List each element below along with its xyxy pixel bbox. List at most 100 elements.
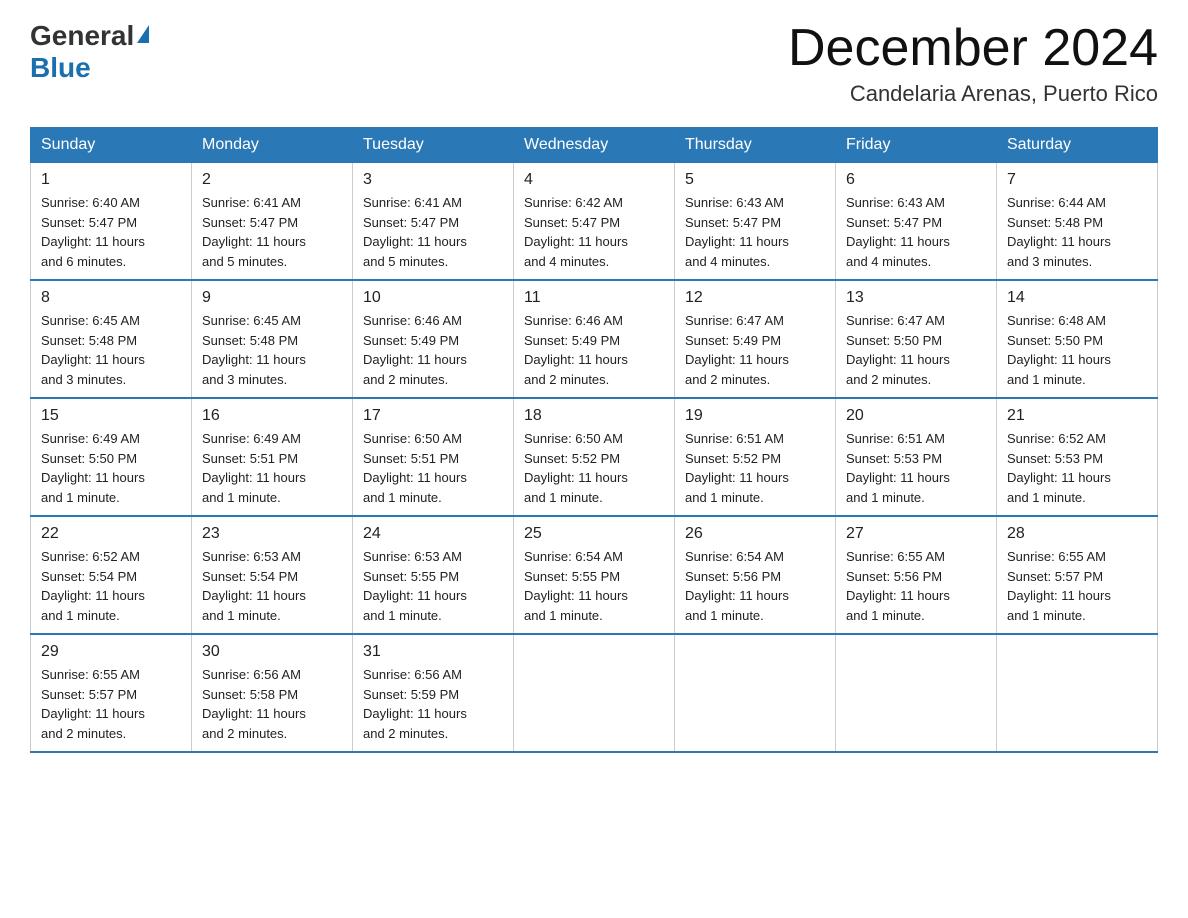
day-number: 23 [202, 525, 342, 543]
day-number: 26 [685, 525, 825, 543]
calendar-cell [997, 634, 1158, 752]
calendar-table: Sunday Monday Tuesday Wednesday Thursday… [30, 127, 1158, 753]
day-number: 20 [846, 407, 986, 425]
day-number: 19 [685, 407, 825, 425]
calendar-cell: 31 Sunrise: 6:56 AM Sunset: 5:59 PM Dayl… [353, 634, 514, 752]
day-info: Sunrise: 6:52 AM Sunset: 5:54 PM Dayligh… [41, 547, 181, 625]
day-info: Sunrise: 6:44 AM Sunset: 5:48 PM Dayligh… [1007, 193, 1147, 271]
day-info: Sunrise: 6:41 AM Sunset: 5:47 PM Dayligh… [363, 193, 503, 271]
day-info: Sunrise: 6:49 AM Sunset: 5:51 PM Dayligh… [202, 429, 342, 507]
day-info: Sunrise: 6:45 AM Sunset: 5:48 PM Dayligh… [41, 311, 181, 389]
calendar-cell: 9 Sunrise: 6:45 AM Sunset: 5:48 PM Dayli… [192, 280, 353, 398]
header-thursday: Thursday [675, 128, 836, 163]
calendar-cell: 15 Sunrise: 6:49 AM Sunset: 5:50 PM Dayl… [31, 398, 192, 516]
calendar-cell: 6 Sunrise: 6:43 AM Sunset: 5:47 PM Dayli… [836, 163, 997, 281]
header-tuesday: Tuesday [353, 128, 514, 163]
day-number: 15 [41, 407, 181, 425]
header-sunday: Sunday [31, 128, 192, 163]
day-info: Sunrise: 6:55 AM Sunset: 5:56 PM Dayligh… [846, 547, 986, 625]
day-number: 16 [202, 407, 342, 425]
day-info: Sunrise: 6:55 AM Sunset: 5:57 PM Dayligh… [41, 665, 181, 743]
day-number: 4 [524, 171, 664, 189]
day-number: 10 [363, 289, 503, 307]
day-number: 24 [363, 525, 503, 543]
day-number: 5 [685, 171, 825, 189]
day-number: 31 [363, 643, 503, 661]
day-number: 21 [1007, 407, 1147, 425]
day-number: 18 [524, 407, 664, 425]
calendar-cell: 26 Sunrise: 6:54 AM Sunset: 5:56 PM Dayl… [675, 516, 836, 634]
day-info: Sunrise: 6:50 AM Sunset: 5:52 PM Dayligh… [524, 429, 664, 507]
calendar-cell: 24 Sunrise: 6:53 AM Sunset: 5:55 PM Dayl… [353, 516, 514, 634]
day-info: Sunrise: 6:49 AM Sunset: 5:50 PM Dayligh… [41, 429, 181, 507]
calendar-cell: 13 Sunrise: 6:47 AM Sunset: 5:50 PM Dayl… [836, 280, 997, 398]
day-number: 8 [41, 289, 181, 307]
calendar-cell: 20 Sunrise: 6:51 AM Sunset: 5:53 PM Dayl… [836, 398, 997, 516]
day-info: Sunrise: 6:50 AM Sunset: 5:51 PM Dayligh… [363, 429, 503, 507]
title-block: December 2024 Candelaria Arenas, Puerto … [788, 20, 1158, 107]
calendar-cell: 10 Sunrise: 6:46 AM Sunset: 5:49 PM Dayl… [353, 280, 514, 398]
day-number: 3 [363, 171, 503, 189]
day-number: 25 [524, 525, 664, 543]
calendar-cell: 22 Sunrise: 6:52 AM Sunset: 5:54 PM Dayl… [31, 516, 192, 634]
day-info: Sunrise: 6:53 AM Sunset: 5:54 PM Dayligh… [202, 547, 342, 625]
calendar-cell: 17 Sunrise: 6:50 AM Sunset: 5:51 PM Dayl… [353, 398, 514, 516]
calendar-cell: 8 Sunrise: 6:45 AM Sunset: 5:48 PM Dayli… [31, 280, 192, 398]
calendar-cell: 25 Sunrise: 6:54 AM Sunset: 5:55 PM Dayl… [514, 516, 675, 634]
day-info: Sunrise: 6:47 AM Sunset: 5:50 PM Dayligh… [846, 311, 986, 389]
logo-arrow-icon [137, 25, 149, 43]
week-row-1: 1 Sunrise: 6:40 AM Sunset: 5:47 PM Dayli… [31, 163, 1158, 281]
day-info: Sunrise: 6:43 AM Sunset: 5:47 PM Dayligh… [685, 193, 825, 271]
day-info: Sunrise: 6:51 AM Sunset: 5:53 PM Dayligh… [846, 429, 986, 507]
calendar-cell: 27 Sunrise: 6:55 AM Sunset: 5:56 PM Dayl… [836, 516, 997, 634]
day-info: Sunrise: 6:56 AM Sunset: 5:58 PM Dayligh… [202, 665, 342, 743]
day-number: 7 [1007, 171, 1147, 189]
calendar-cell: 30 Sunrise: 6:56 AM Sunset: 5:58 PM Dayl… [192, 634, 353, 752]
calendar-cell [836, 634, 997, 752]
weekday-header-row: Sunday Monday Tuesday Wednesday Thursday… [31, 128, 1158, 163]
day-number: 13 [846, 289, 986, 307]
logo: General Blue [30, 20, 149, 84]
day-number: 9 [202, 289, 342, 307]
day-info: Sunrise: 6:40 AM Sunset: 5:47 PM Dayligh… [41, 193, 181, 271]
location-title: Candelaria Arenas, Puerto Rico [788, 81, 1158, 107]
calendar-cell: 23 Sunrise: 6:53 AM Sunset: 5:54 PM Dayl… [192, 516, 353, 634]
day-info: Sunrise: 6:46 AM Sunset: 5:49 PM Dayligh… [363, 311, 503, 389]
day-info: Sunrise: 6:47 AM Sunset: 5:49 PM Dayligh… [685, 311, 825, 389]
day-info: Sunrise: 6:51 AM Sunset: 5:52 PM Dayligh… [685, 429, 825, 507]
week-row-4: 22 Sunrise: 6:52 AM Sunset: 5:54 PM Dayl… [31, 516, 1158, 634]
day-info: Sunrise: 6:42 AM Sunset: 5:47 PM Dayligh… [524, 193, 664, 271]
header-wednesday: Wednesday [514, 128, 675, 163]
calendar-cell: 4 Sunrise: 6:42 AM Sunset: 5:47 PM Dayli… [514, 163, 675, 281]
day-number: 22 [41, 525, 181, 543]
calendar-cell: 11 Sunrise: 6:46 AM Sunset: 5:49 PM Dayl… [514, 280, 675, 398]
day-number: 11 [524, 289, 664, 307]
calendar-cell: 21 Sunrise: 6:52 AM Sunset: 5:53 PM Dayl… [997, 398, 1158, 516]
day-number: 27 [846, 525, 986, 543]
week-row-3: 15 Sunrise: 6:49 AM Sunset: 5:50 PM Dayl… [31, 398, 1158, 516]
calendar-cell: 5 Sunrise: 6:43 AM Sunset: 5:47 PM Dayli… [675, 163, 836, 281]
calendar-cell [675, 634, 836, 752]
week-row-5: 29 Sunrise: 6:55 AM Sunset: 5:57 PM Dayl… [31, 634, 1158, 752]
header-friday: Friday [836, 128, 997, 163]
calendar-cell: 7 Sunrise: 6:44 AM Sunset: 5:48 PM Dayli… [997, 163, 1158, 281]
day-info: Sunrise: 6:41 AM Sunset: 5:47 PM Dayligh… [202, 193, 342, 271]
calendar-cell: 3 Sunrise: 6:41 AM Sunset: 5:47 PM Dayli… [353, 163, 514, 281]
day-number: 28 [1007, 525, 1147, 543]
logo-general-text: General [30, 20, 134, 52]
calendar-cell: 2 Sunrise: 6:41 AM Sunset: 5:47 PM Dayli… [192, 163, 353, 281]
day-number: 29 [41, 643, 181, 661]
day-number: 1 [41, 171, 181, 189]
day-number: 12 [685, 289, 825, 307]
day-info: Sunrise: 6:46 AM Sunset: 5:49 PM Dayligh… [524, 311, 664, 389]
calendar-cell: 16 Sunrise: 6:49 AM Sunset: 5:51 PM Dayl… [192, 398, 353, 516]
day-number: 2 [202, 171, 342, 189]
day-number: 14 [1007, 289, 1147, 307]
day-info: Sunrise: 6:45 AM Sunset: 5:48 PM Dayligh… [202, 311, 342, 389]
day-info: Sunrise: 6:52 AM Sunset: 5:53 PM Dayligh… [1007, 429, 1147, 507]
day-info: Sunrise: 6:54 AM Sunset: 5:55 PM Dayligh… [524, 547, 664, 625]
day-info: Sunrise: 6:53 AM Sunset: 5:55 PM Dayligh… [363, 547, 503, 625]
header-saturday: Saturday [997, 128, 1158, 163]
day-number: 17 [363, 407, 503, 425]
header-monday: Monday [192, 128, 353, 163]
